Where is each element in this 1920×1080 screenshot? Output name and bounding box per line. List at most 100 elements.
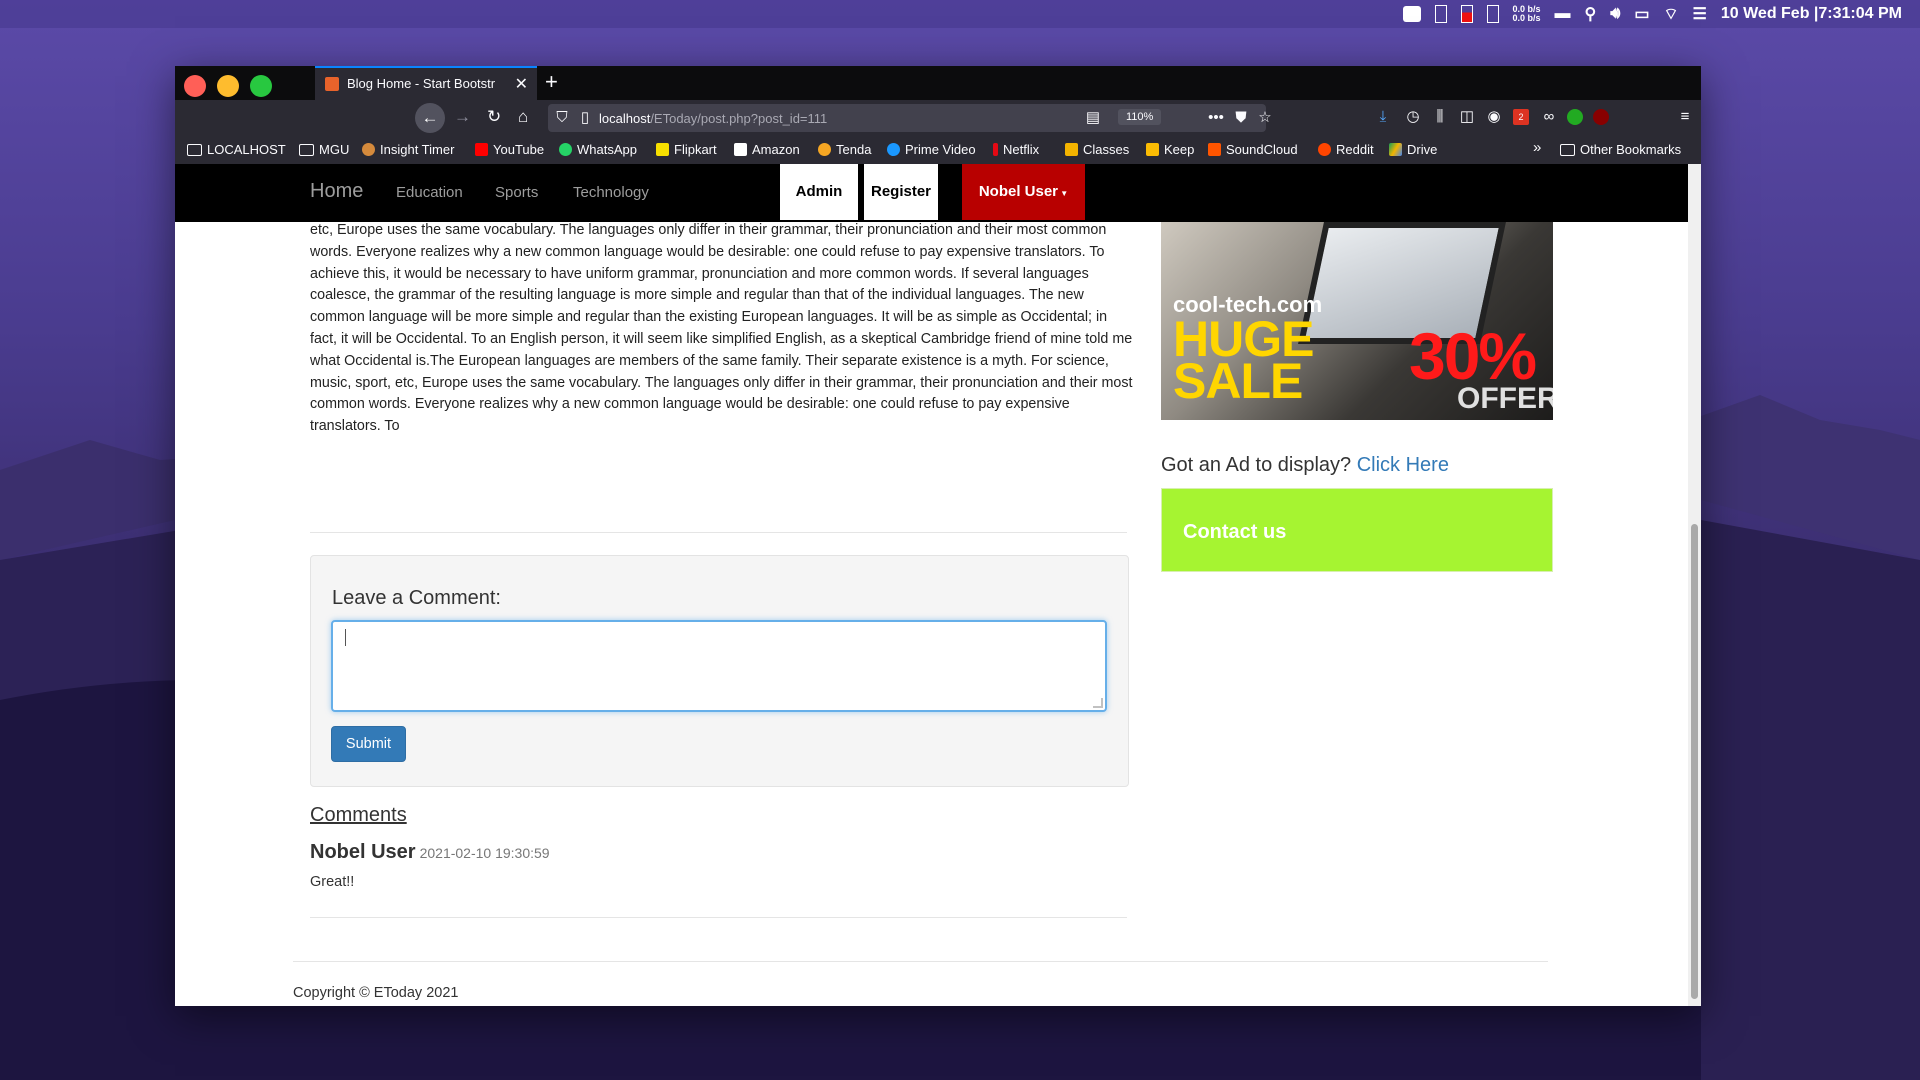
nav-sports[interactable]: Sports (495, 184, 538, 201)
battery-icon[interactable]: ▭ (1634, 4, 1649, 24)
bookmark-soundcloud[interactable]: SoundCloud (1208, 142, 1298, 157)
bookmark-insight-timer[interactable]: Insight Timer (362, 142, 454, 157)
comment-label: Leave a Comment: (332, 587, 501, 609)
history-icon[interactable]: ◷ (1405, 109, 1421, 125)
ad-prompt-text: Got an Ad to display? (1161, 454, 1352, 476)
bookmark-localhost[interactable]: LOCALHOST (187, 142, 286, 157)
calendar-icon[interactable] (1402, 6, 1421, 22)
bookmark-other-bookmarks[interactable]: Other Bookmarks (1560, 142, 1681, 157)
bootstrap-favicon-icon (325, 77, 339, 91)
shield-icon[interactable]: ⛉ (554, 110, 570, 126)
page-scrollbar[interactable] (1688, 164, 1701, 1006)
bookmark-drive[interactable]: Drive (1389, 142, 1437, 157)
forward-button[interactable]: → (454, 107, 471, 127)
bookmark-label: Classes (1083, 142, 1130, 157)
user-dropdown[interactable]: Nobel User ▼ (962, 164, 1085, 220)
close-window-button[interactable] (184, 75, 206, 97)
ad-banner[interactable]: cool-tech.com HUGE SALE 30% OFFER (1161, 222, 1553, 420)
extension-green-icon[interactable] (1567, 109, 1583, 125)
bookmark-reddit[interactable]: Reddit (1318, 142, 1374, 157)
url-text[interactable]: localhost/EToday/post.php?post_id=111 (599, 111, 827, 126)
back-button[interactable]: ← (415, 103, 445, 133)
reddit-icon (1318, 143, 1331, 156)
bookmark-prime-video[interactable]: Prime Video (887, 142, 976, 157)
contact-us-box[interactable]: Contact us (1161, 488, 1553, 572)
menubar-clock[interactable]: 10 Wed Feb |7:31:04 PM (1721, 5, 1902, 23)
memory-monitor-icon[interactable] (1434, 5, 1447, 23)
downloads-icon[interactable]: ⤓ (1375, 109, 1391, 125)
bookmark-label: Insight Timer (380, 142, 455, 157)
bookmark-keep[interactable]: Keep (1146, 142, 1194, 157)
site-brand-link[interactable]: Home (310, 180, 363, 203)
nav-education[interactable]: Education (396, 184, 463, 201)
ad-headline: HUGE SALE (1173, 314, 1314, 409)
bookmark-netflix[interactable]: Netflix (993, 142, 1039, 157)
comment-textarea[interactable] (331, 620, 1107, 712)
volume-icon[interactable]: 🔊︎ (1610, 5, 1620, 23)
resize-grip-icon[interactable] (1093, 698, 1103, 708)
bookmark-youtube[interactable]: YouTube (475, 142, 544, 157)
reload-button[interactable]: ↻ (487, 107, 501, 127)
scrollbar-thumb[interactable] (1691, 524, 1698, 999)
browser-toolbar: ← → ↻ ⌂ ⛉ ▯ localhost/EToday/post.php?po… (175, 100, 1701, 136)
pocket-icon[interactable]: ⛊ (1233, 110, 1249, 126)
account-icon[interactable]: ◉ (1486, 109, 1502, 125)
bookmark-tenda[interactable]: Tenda (818, 142, 871, 157)
bookmark-classes[interactable]: Classes (1065, 142, 1129, 157)
bookmark-label: Tenda (836, 142, 872, 157)
extension-red-icon[interactable]: 2 (1513, 109, 1529, 125)
zoom-level[interactable]: 110% (1118, 109, 1162, 125)
location-icon[interactable]: ⚲ (1585, 4, 1597, 24)
maximize-window-button[interactable] (250, 75, 272, 97)
bookmark-flipkart[interactable]: Flipkart (656, 142, 717, 157)
ad-prompt: Got an Ad to display? Click Here (1161, 454, 1449, 477)
bookmark-label: Amazon (752, 142, 800, 157)
extension-glasses-icon[interactable]: ∞ (1541, 109, 1557, 125)
home-button[interactable]: ⌂ (518, 107, 528, 127)
comment-form: Leave a Comment: Submit (310, 555, 1129, 787)
flipkart-icon (656, 143, 669, 156)
contact-us-label: Contact us (1183, 521, 1287, 543)
menu-hamburger-icon[interactable]: ≡ (1677, 109, 1693, 125)
bookmark-label: WhatsApp (577, 142, 637, 157)
drive-icon (1389, 143, 1402, 156)
bookmark-label: Drive (1407, 142, 1438, 157)
macos-menu-bar: 0.0 b/s 0.0 b/s ▬ ⚲ 🔊︎ ▭ ⌔ ☰ 10 Wed Feb … (0, 0, 1920, 28)
ublock-icon[interactable] (1593, 109, 1609, 125)
divider (310, 532, 1127, 533)
register-button[interactable]: Register (864, 164, 938, 220)
sidebar-icon[interactable]: ◫ (1459, 109, 1475, 125)
bookmarks-overflow-icon[interactable]: » (1533, 139, 1541, 156)
bookmark-label: Reddit (1336, 142, 1374, 157)
bookmark-whatsapp[interactable]: WhatsApp (559, 142, 637, 157)
bookmark-label: Prime Video (905, 142, 976, 157)
folder-icon (299, 143, 314, 156)
minimize-window-button[interactable] (217, 75, 239, 97)
tab-blog-home[interactable]: Blog Home - Start Bootstr ✕ (315, 66, 537, 100)
click-here-link[interactable]: Click Here (1357, 454, 1449, 476)
bookmark-amazon[interactable]: Amazon (734, 142, 800, 157)
bookmark-mgu[interactable]: MGU (299, 142, 349, 157)
new-tab-button[interactable]: + (545, 69, 558, 95)
ad-offer: OFFER (1457, 382, 1553, 415)
disk-monitor-icon[interactable] (1486, 5, 1499, 23)
bookmarks-toolbar: LOCALHOST MGU Insight Timer YouTube What… (175, 136, 1701, 164)
admin-button[interactable]: Admin (780, 164, 858, 220)
control-center-icon[interactable]: ☰ (1693, 4, 1707, 24)
library-icon[interactable]: ⫼ (1432, 109, 1448, 125)
page-actions-icon[interactable]: ••• (1208, 110, 1224, 126)
wifi-icon[interactable]: ⌔ (1663, 4, 1678, 24)
nav-technology[interactable]: Technology (573, 184, 649, 201)
submit-button[interactable]: Submit (331, 726, 406, 762)
page-info-icon[interactable]: ▯ (577, 110, 593, 126)
keep-icon (1146, 143, 1159, 156)
messages-icon[interactable]: ▬ (1555, 5, 1571, 23)
close-tab-icon[interactable]: ✕ (515, 74, 528, 94)
url-bar[interactable]: ⛉ ▯ localhost/EToday/post.php?post_id=11… (548, 104, 1272, 132)
bookmark-star-icon[interactable]: ☆ (1257, 110, 1273, 126)
cpu-monitor-icon[interactable] (1460, 5, 1473, 23)
reader-view-icon[interactable]: ▤ (1085, 110, 1101, 126)
soundcloud-icon (1208, 143, 1221, 156)
ad-sale: SALE (1173, 353, 1303, 409)
comment-author: Nobel User 2021-02-10 19:30:59 (310, 841, 550, 864)
